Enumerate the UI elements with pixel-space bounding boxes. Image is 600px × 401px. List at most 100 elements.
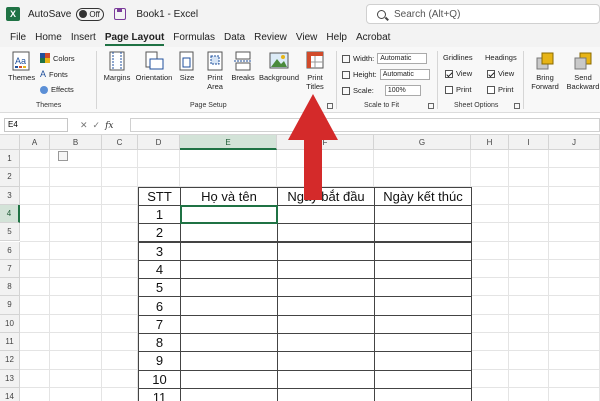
- table-cell[interactable]: [277, 387, 375, 401]
- formula-input[interactable]: [130, 118, 600, 132]
- themes-button[interactable]: Aa Themes: [8, 51, 35, 82]
- row-header-12[interactable]: 12: [0, 351, 20, 370]
- tab-file[interactable]: File: [10, 28, 26, 47]
- table-cell[interactable]: [180, 204, 278, 225]
- column-header-b[interactable]: B: [50, 135, 102, 150]
- print-titles-button[interactable]: Print Titles: [302, 51, 328, 91]
- column-header-h[interactable]: H: [471, 135, 509, 150]
- tab-data[interactable]: Data: [224, 28, 245, 47]
- column-header-c[interactable]: C: [102, 135, 138, 150]
- save-icon[interactable]: [114, 8, 127, 20]
- gridlines-view-checkbox[interactable]: View: [445, 69, 472, 78]
- table-cell[interactable]: [374, 278, 472, 298]
- table-cell[interactable]: [277, 259, 375, 280]
- bring-forward-button[interactable]: Bring Forward: [526, 51, 564, 91]
- headings-view-checkbox[interactable]: View: [487, 69, 514, 78]
- select-all-corner[interactable]: [0, 135, 20, 150]
- cancel-icon[interactable]: ✕: [80, 120, 93, 130]
- effects-button[interactable]: Effects: [40, 85, 74, 94]
- breaks-button[interactable]: Breaks: [230, 51, 256, 82]
- gridlines-print-checkbox[interactable]: Print: [445, 85, 471, 94]
- table-cell[interactable]: [180, 278, 278, 298]
- row-header-2[interactable]: 2: [0, 168, 20, 187]
- table-cell[interactable]: [180, 351, 278, 371]
- table-cell[interactable]: [374, 204, 472, 225]
- row-header-11[interactable]: 11: [0, 333, 20, 352]
- row-header-14[interactable]: 14: [0, 387, 20, 401]
- table-cell[interactable]: [374, 223, 472, 243]
- row-header-13[interactable]: 13: [0, 369, 20, 388]
- tab-acrobat[interactable]: Acrobat: [356, 28, 390, 47]
- scale-spinner[interactable]: 100%: [384, 85, 421, 96]
- table-cell[interactable]: [374, 369, 472, 389]
- table-cell[interactable]: [374, 387, 472, 401]
- stt-cell[interactable]: 6: [138, 296, 181, 316]
- table-cell[interactable]: [374, 241, 472, 261]
- table-cell[interactable]: [180, 369, 278, 389]
- column-header-g[interactable]: G: [374, 135, 471, 150]
- orientation-button[interactable]: Orientation: [134, 51, 174, 82]
- tab-insert[interactable]: Insert: [71, 28, 96, 47]
- table-cell[interactable]: [374, 333, 472, 353]
- print-area-button[interactable]: Print Area: [202, 51, 228, 91]
- table-cell[interactable]: [374, 296, 472, 316]
- insert-function-icon[interactable]: fx: [105, 121, 113, 131]
- row-header-5[interactable]: 5: [0, 223, 20, 242]
- table-cell[interactable]: [374, 259, 472, 280]
- stt-cell[interactable]: 4: [138, 259, 181, 280]
- table-cell[interactable]: [180, 387, 278, 401]
- fonts-button[interactable]: A Fonts: [40, 69, 68, 79]
- tab-home[interactable]: Home: [35, 28, 62, 47]
- tab-view[interactable]: View: [296, 28, 318, 47]
- row-header-10[interactable]: 10: [0, 314, 20, 333]
- sheet-options-launcher-icon[interactable]: [514, 103, 520, 109]
- table-cell[interactable]: [180, 259, 278, 280]
- stt-cell[interactable]: 3: [138, 241, 181, 261]
- stt-cell[interactable]: 5: [138, 278, 181, 298]
- stt-cell[interactable]: 7: [138, 314, 181, 334]
- table-cell[interactable]: [374, 314, 472, 334]
- height-dropdown[interactable]: Automatic: [379, 69, 430, 80]
- table-cell[interactable]: [374, 351, 472, 371]
- stt-cell[interactable]: 2: [138, 223, 181, 243]
- table-header-cell[interactable]: Ngày bắt đầu: [277, 186, 375, 206]
- table-cell[interactable]: [277, 333, 375, 353]
- tab-page-layout[interactable]: Page Layout: [104, 28, 165, 47]
- column-header-i[interactable]: I: [509, 135, 549, 150]
- colors-button[interactable]: Colors: [40, 53, 75, 63]
- enter-icon[interactable]: ✓: [93, 120, 106, 130]
- headings-print-checkbox[interactable]: Print: [487, 85, 513, 94]
- table-cell[interactable]: [180, 223, 278, 243]
- table-header-cell[interactable]: STT: [138, 186, 181, 206]
- table-cell[interactable]: [180, 241, 278, 261]
- table-cell[interactable]: [180, 296, 278, 316]
- column-header-j[interactable]: J: [549, 135, 600, 150]
- stt-cell[interactable]: 10: [138, 369, 181, 389]
- row-header-7[interactable]: 7: [0, 259, 20, 279]
- stt-cell[interactable]: 8: [138, 333, 181, 353]
- stt-cell[interactable]: 1: [138, 204, 181, 225]
- quick-analysis-icon[interactable]: [58, 151, 68, 161]
- column-header-d[interactable]: D: [138, 135, 180, 150]
- background-button[interactable]: Background: [258, 51, 300, 82]
- tab-review[interactable]: Review: [254, 28, 287, 47]
- table-cell[interactable]: [277, 223, 375, 243]
- row-header-3[interactable]: 3: [0, 186, 20, 205]
- stt-cell[interactable]: 9: [138, 351, 181, 371]
- table-cell[interactable]: [180, 314, 278, 334]
- table-cell[interactable]: [277, 351, 375, 371]
- row-header-1[interactable]: 1: [0, 150, 20, 169]
- column-header-a[interactable]: A: [20, 135, 50, 150]
- table-cell[interactable]: [277, 204, 375, 225]
- autosave-toggle[interactable]: Off: [76, 7, 105, 21]
- table-header-cell[interactable]: Họ và tên: [180, 186, 278, 206]
- row-header-8[interactable]: 8: [0, 278, 20, 297]
- row-header-4[interactable]: 4: [0, 204, 20, 224]
- size-button[interactable]: Size: [176, 51, 198, 82]
- row-header-6[interactable]: 6: [0, 241, 20, 260]
- table-cell[interactable]: [180, 333, 278, 353]
- worksheet-grid[interactable]: A B C D E F G H I J 1 2 3 4 5 6 7 8 9 10 11 12 13 14 STT Họ và tê…: [0, 135, 600, 401]
- table-cell[interactable]: [277, 241, 375, 261]
- search-input[interactable]: Search (Alt+Q): [366, 4, 600, 24]
- margins-button[interactable]: Margins: [102, 51, 132, 82]
